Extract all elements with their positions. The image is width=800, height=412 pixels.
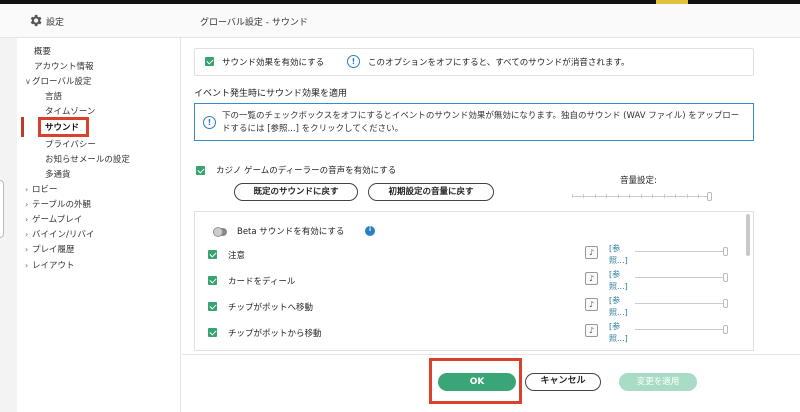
- sidebar-item-buyin-rebuy[interactable]: › バイイン/リバイ: [25, 228, 94, 240]
- event-label: チップがポットから移動: [228, 329, 322, 339]
- list-item: チップがポットから移動 ♪ [参照...]: [195, 321, 735, 347]
- list-item: カードをディール ♪ [参照...]: [195, 269, 735, 295]
- sidebar: [17, 38, 181, 412]
- sidebar-item-label: 概要: [34, 47, 52, 57]
- chevron-down-icon: ∨: [25, 77, 31, 86]
- casino-dealer-label: カジノ ゲームのディーラーの音声を有効にする: [216, 166, 397, 176]
- info-icon: !: [203, 116, 216, 129]
- sidebar-item-account[interactable]: アカウント情報: [34, 60, 94, 72]
- sidebar-item-label: 多通貨: [45, 170, 71, 180]
- sidebar-item-timezone[interactable]: タイムゾーン: [45, 105, 95, 117]
- event-volume-knob[interactable]: [723, 299, 728, 308]
- sound-event-list: Beta サウンドを有効にする i 注意 ♪ [参照...] カードをディール …: [194, 211, 754, 351]
- sidebar-item-label: タイムゾーン: [45, 107, 96, 117]
- page-title: グローバル設定 - サウンド: [200, 18, 308, 28]
- event-volume-slider[interactable]: [635, 251, 725, 252]
- sidebar-item-gameplay[interactable]: › ゲームプレイ: [25, 213, 82, 225]
- event-volume-slider[interactable]: [635, 277, 725, 278]
- sidebar-item-table-appearance[interactable]: › テーブルの外観: [25, 198, 91, 210]
- music-note-icon[interactable]: ♪: [585, 272, 598, 285]
- event-label: 注意: [228, 251, 246, 261]
- music-note-icon[interactable]: ♪: [585, 246, 598, 259]
- list-item: 注意 ♪ [参照...]: [195, 243, 735, 269]
- list-scrollbar[interactable]: [746, 214, 750, 256]
- chevron-right-icon: ›: [25, 185, 29, 194]
- browse-link[interactable]: [参照...]: [609, 321, 631, 345]
- sidebar-item-label: レイアウト: [32, 261, 75, 271]
- highlight-box-ok: [429, 358, 522, 404]
- sidebar-item-notification-email[interactable]: お知らせメールの設定: [45, 153, 130, 165]
- sidebar-item-privacy[interactable]: プライバシー: [45, 138, 96, 150]
- browse-link[interactable]: [参照...]: [609, 295, 631, 319]
- sidebar-item-lobby[interactable]: › ロビー: [25, 183, 58, 195]
- master-volume-knob[interactable]: [707, 192, 712, 201]
- sidebar-item-label: アカウント情報: [34, 62, 94, 72]
- sidebar-item-label: グローバル設定: [32, 77, 92, 87]
- beta-sound-label: Beta サウンドを有効にする: [237, 227, 345, 237]
- music-note-icon[interactable]: ♪: [585, 298, 598, 311]
- cancel-button[interactable]: キャンセル: [525, 373, 601, 391]
- master-volume-slider[interactable]: [572, 196, 712, 197]
- chevron-right-icon: ›: [25, 200, 29, 209]
- main-content: サウンド効果を有効にする ! このオプションをオフにすると、すべてのサウンドが消…: [182, 38, 800, 412]
- volume-label: 音量設定:: [620, 176, 657, 186]
- sidebar-selection-indicator: [21, 117, 24, 137]
- music-note-icon[interactable]: ♪: [585, 324, 598, 337]
- info-panel: ! 下の一覧のチェックボックスをオフにするとイベントのサウンド効果が無効になりま…: [194, 103, 754, 141]
- info-icon: !: [347, 55, 360, 68]
- apply-changes-button[interactable]: 変更を適用: [619, 373, 697, 391]
- event-volume-knob[interactable]: [723, 273, 728, 282]
- event-checkbox[interactable]: [208, 328, 217, 337]
- event-label: チップがポットへ移動: [228, 303, 314, 313]
- event-volume-knob[interactable]: [723, 325, 728, 334]
- header: 設定 グローバル設定 - サウンド: [0, 4, 800, 38]
- sidebar-item-label: ロビー: [32, 185, 58, 195]
- chevron-right-icon: ›: [25, 215, 29, 224]
- event-volume-slider[interactable]: [635, 329, 725, 330]
- event-volume-slider[interactable]: [635, 303, 725, 304]
- sidebar-item-layout[interactable]: › レイアウト: [25, 259, 75, 271]
- event-checkbox[interactable]: [208, 276, 217, 285]
- sidebar-item-label: バイイン/リバイ: [32, 230, 95, 240]
- enable-sound-panel: サウンド効果を有効にする ! このオプションをオフにすると、すべてのサウンドが消…: [194, 48, 754, 76]
- restore-default-volume-button[interactable]: 初期設定の音量に戻す: [368, 183, 494, 201]
- sidebar-item-label: 言語: [45, 92, 63, 102]
- event-label: カードをディール: [228, 277, 296, 287]
- sidebar-item-label: ゲームプレイ: [32, 215, 83, 225]
- gear-icon: [30, 14, 42, 27]
- sidebar-item-global-settings[interactable]: ∨グローバル設定: [25, 75, 91, 87]
- section-title: イベント発生時にサウンド効果を適用: [194, 89, 348, 99]
- event-checkbox[interactable]: [208, 302, 217, 311]
- enable-sound-label: サウンド効果を有効にする: [222, 58, 325, 68]
- sidebar-item-play-history[interactable]: › プレイ履歴: [25, 243, 75, 255]
- chevron-right-icon: ›: [25, 245, 29, 254]
- browse-link[interactable]: [参照...]: [609, 269, 631, 293]
- browse-link[interactable]: [参照...]: [609, 243, 631, 267]
- footer-divider: [182, 354, 800, 355]
- beta-sound-row: Beta サウンドを有効にする i: [195, 216, 735, 242]
- enable-sound-note: このオプションをオフにすると、すべてのサウンドが消音されます。: [368, 58, 630, 68]
- sidebar-item-label: プレイ履歴: [32, 245, 75, 255]
- enable-sound-checkbox[interactable]: [205, 57, 214, 66]
- event-checkbox[interactable]: [208, 250, 217, 259]
- restore-default-sound-button[interactable]: 既定のサウンドに戻す: [234, 183, 358, 201]
- info-text: 下の一覧のチェックボックスをオフにするとイベントのサウンド効果が無効になります。…: [222, 111, 740, 134]
- sidebar-item-language[interactable]: 言語: [45, 90, 62, 102]
- sidebar-item-multicurrency[interactable]: 多通貨: [45, 168, 71, 180]
- app-title: 設定: [46, 18, 65, 28]
- highlight-box-sound: [38, 117, 89, 137]
- sidebar-item-label: プライバシー: [45, 140, 96, 150]
- chevron-right-icon: ›: [25, 261, 29, 270]
- left-collapse-handle[interactable]: [0, 180, 4, 238]
- beta-sound-toggle[interactable]: [213, 227, 227, 237]
- info-icon: i: [365, 226, 375, 236]
- sidebar-item-label: テーブルの外観: [32, 200, 91, 210]
- chevron-right-icon: ›: [25, 230, 29, 239]
- event-volume-knob[interactable]: [723, 247, 728, 256]
- list-item: チップがポットへ移動 ♪ [参照...]: [195, 295, 735, 321]
- sidebar-item-label: お知らせメールの設定: [45, 155, 130, 165]
- sidebar-item-overview[interactable]: 概要: [34, 45, 51, 57]
- casino-dealer-checkbox[interactable]: [196, 166, 205, 175]
